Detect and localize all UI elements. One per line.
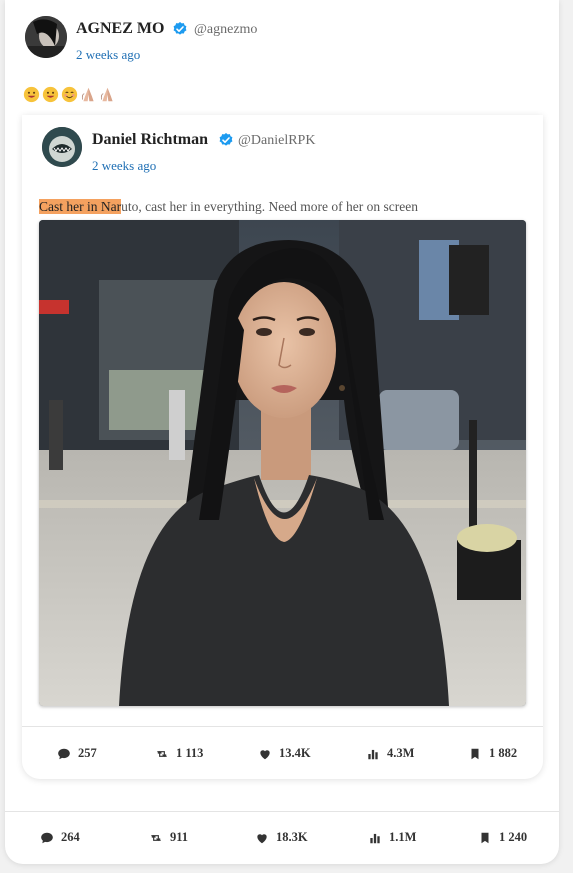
quoted-author-name[interactable]: Daniel Richtman (92, 131, 208, 149)
bar-chart-icon (370, 833, 380, 843)
verified-badge-icon (219, 133, 233, 146)
quoted-timestamp[interactable]: 2 weeks ago (92, 158, 156, 174)
author-avatar[interactable] (25, 16, 67, 58)
retweet-icon (157, 750, 167, 757)
highlighted-text: Cast her in Nar (39, 199, 122, 214)
bookmark-stat[interactable]: 1 240 (478, 830, 527, 845)
like-stat[interactable]: 18.3K (255, 830, 308, 845)
grinning-face-icon (42, 86, 59, 103)
author-handle[interactable]: @agnezmo (194, 22, 257, 38)
quoted-reply-stat[interactable]: 257 (57, 746, 97, 761)
reply-icon (41, 832, 53, 843)
quoted-author-avatar[interactable] (42, 127, 82, 167)
post-text-emojis (23, 86, 116, 106)
bar-chart-icon (368, 749, 378, 759)
post-timestamp[interactable]: 2 weeks ago (76, 47, 140, 63)
folded-hands-icon (100, 87, 113, 102)
bookmark-icon (481, 832, 489, 843)
quoted-retweet-stat[interactable]: 1 113 (155, 746, 203, 761)
quoted-author-handle[interactable]: @DanielRPK (238, 133, 315, 149)
quoted-tweet-card[interactable]: Daniel Richtman @DanielRPK 2 weeks ago C… (22, 115, 543, 779)
heart-icon (260, 749, 270, 759)
smiling-face-icon (61, 86, 78, 103)
grinning-face-icon (23, 86, 40, 103)
reply-icon (58, 748, 70, 759)
retweet-icon (151, 834, 161, 841)
retweet-stat[interactable]: 911 (149, 830, 188, 845)
verified-badge-icon (173, 22, 187, 35)
quoted-stats-divider (22, 726, 543, 727)
heart-icon (257, 833, 267, 843)
quoted-views-stat[interactable]: 4.3M (366, 746, 414, 761)
folded-hands-icon (81, 87, 94, 102)
quoted-bookmark-stat[interactable]: 1 882 (468, 746, 517, 761)
quoted-tweet-text: Cast her in Naruto, cast her in everythi… (39, 199, 418, 215)
quoted-like-stat[interactable]: 13.4K (258, 746, 311, 761)
tweet-text-rest: uto, cast her in everything. Need more o… (121, 199, 418, 214)
author-name[interactable]: AGNEZ MO (76, 20, 164, 38)
quoted-tweet-photo[interactable] (39, 220, 526, 706)
post-stats-divider (5, 811, 559, 812)
bookmark-icon (471, 748, 479, 759)
views-stat[interactable]: 1.1M (368, 830, 416, 845)
reply-stat[interactable]: 264 (40, 830, 80, 845)
tweet-card: AGNEZ MO @agnezmo 2 weeks ago Daniel Ric… (5, 0, 559, 864)
